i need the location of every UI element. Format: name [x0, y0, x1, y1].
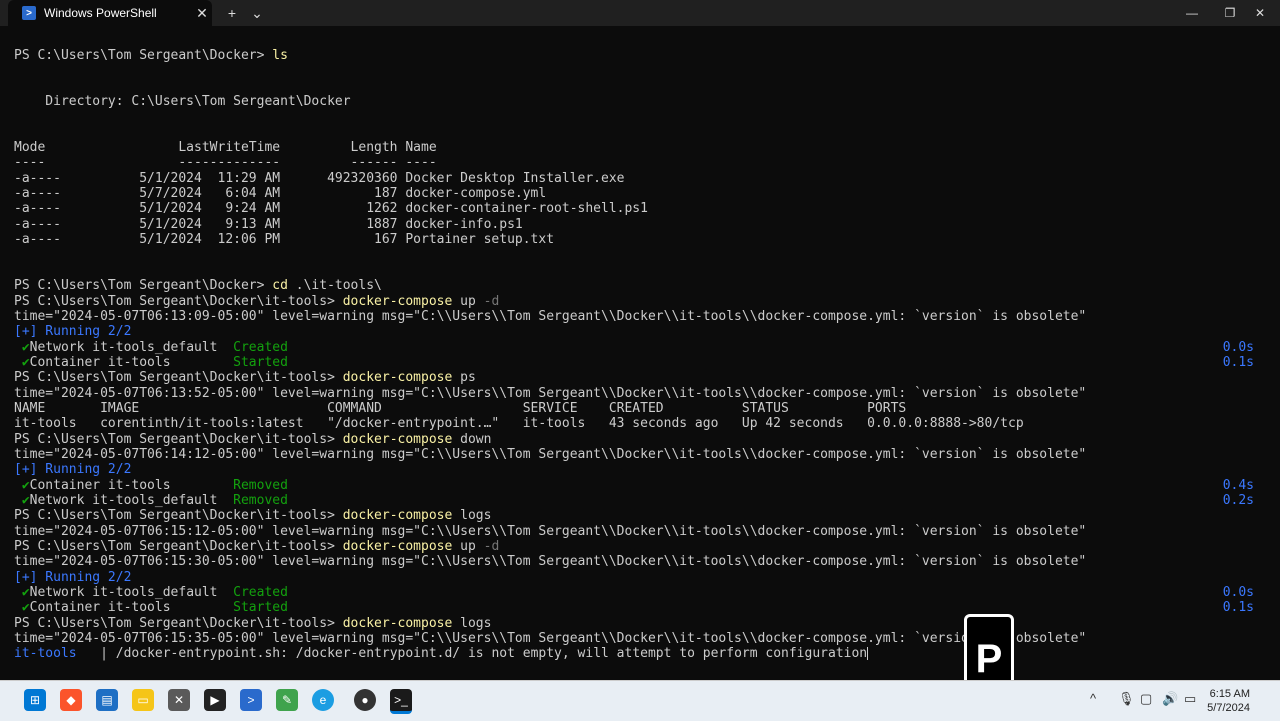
warning-line: time="2024-05-07T06:13:52-05:00" level=w… [14, 385, 1087, 401]
clock-time: 6:15 AM [1209, 688, 1250, 700]
log-line: it-tools | /docker-entrypoint.sh: /docke… [14, 646, 869, 662]
tab-title: Windows PowerShell [44, 6, 157, 20]
terminal-line: PS C:\Users\Tom Sergeant\Docker\it-tools… [14, 615, 492, 631]
warning-line: time="2024-05-07T06:15:35-05:00" level=w… [14, 631, 1087, 647]
file-explorer-icon[interactable]: ▭ [132, 689, 154, 711]
tab-windows-powershell[interactable]: > Windows PowerShell ✕ [8, 0, 212, 26]
powershell-icon: > [22, 6, 36, 20]
directory-line: Directory: C:\Users\Tom Sergeant\Docker [14, 94, 351, 110]
ps-header: NAME IMAGE COMMAND SERVICE CREATED STATU… [14, 400, 907, 416]
status-line: ✔Network it-tools_default Created 0.0s [14, 339, 1254, 355]
ls-row: -a---- 5/7/2024 6:04 AM 187 docker-compo… [14, 186, 547, 202]
volume-icon[interactable]: 🔊 [1162, 691, 1178, 707]
warning-line: time="2024-05-07T06:15:12-05:00" level=w… [14, 523, 1087, 539]
xbox-icon[interactable]: ✕ [168, 689, 190, 711]
ls-row: -a---- 5/1/2024 12:06 PM 167 Portainer s… [14, 232, 555, 248]
tab-dropdown-button[interactable]: ⌄ [247, 0, 267, 26]
network-icon[interactable]: ▢ [1140, 691, 1152, 707]
clock-date: 5/7/2024 [1207, 702, 1250, 714]
ls-header: Mode LastWriteTime Length Name [14, 140, 437, 156]
notepad-icon[interactable]: ✎ [276, 689, 298, 711]
terminal-line: PS C:\Users\Tom Sergeant\Docker\it-tools… [14, 370, 476, 386]
system-clock[interactable]: 6:15 AM 5/7/2024 [1207, 687, 1250, 715]
obs-icon[interactable]: ● [354, 689, 376, 711]
terminal-output[interactable]: PS C:\Users\Tom Sergeant\Docker> ls Dire… [0, 26, 1280, 680]
taskbar: ⊞ ◆ ▤ ▭ ✕ ▶ > ✎ e ● >_ ^ 🎙 ▢ 🔊 ▭ 6:15 AM… [0, 680, 1280, 721]
status-line: ✔Network it-tools_default Created 0.0s [14, 585, 1254, 601]
running-status: [+] Running 2/2 [14, 462, 132, 478]
ls-row: -a---- 5/1/2024 11:29 AM 492320360 Docke… [14, 170, 625, 186]
powershell-icon[interactable]: > [240, 689, 262, 711]
terminal-line: PS C:\Users\Tom Sergeant\Docker\it-tools… [14, 539, 500, 554]
ls-row: -a---- 5/1/2024 9:24 AM 1262 docker-cont… [14, 201, 648, 217]
edge-icon[interactable]: e [312, 689, 334, 711]
ls-row: -a---- 5/1/2024 9:13 AM 1887 docker-info… [14, 216, 523, 232]
text-cursor [867, 647, 869, 661]
close-window-button[interactable]: ✕ [1240, 0, 1280, 26]
minimize-button[interactable]: — [1172, 0, 1212, 26]
warning-line: time="2024-05-07T06:15:30-05:00" level=w… [14, 554, 1087, 570]
warning-line: time="2024-05-07T06:13:09-05:00" level=w… [14, 308, 1087, 324]
ls-header-separator: ---- ------------- ------ ---- [14, 155, 437, 171]
new-tab-button[interactable]: + [222, 0, 242, 26]
battery-icon[interactable]: ▭ [1184, 691, 1196, 707]
status-line: ✔Container it-tools Started 0.1s [14, 600, 1254, 616]
status-line: ✔Container it-tools Removed 0.4s [14, 477, 1254, 493]
running-status: [+] Running 2/2 [14, 324, 132, 340]
status-line: ✔Network it-tools_default Removed 0.2s [14, 492, 1254, 508]
microphone-icon[interactable]: 🎙 [1118, 691, 1135, 707]
terminal-line: PS C:\Users\Tom Sergeant\Docker\it-tools… [14, 431, 492, 447]
ps-row: it-tools corentinth/it-tools:latest "/do… [14, 416, 1024, 432]
terminal-line: PS C:\Users\Tom Sergeant\Docker> cd .\it… [14, 278, 382, 294]
close-tab-icon[interactable]: ✕ [192, 5, 212, 22]
terminal-icon[interactable]: ▶ [204, 689, 226, 711]
warning-line: time="2024-05-07T06:14:12-05:00" level=w… [14, 446, 1087, 462]
terminal-line: PS C:\Users\Tom Sergeant\Docker> ls [14, 48, 288, 63]
status-line: ✔Container it-tools Started 0.1s [14, 354, 1254, 370]
title-bar: > Windows PowerShell ✕ + ⌄ — ❐ ✕ [0, 0, 1280, 26]
terminal-line: PS C:\Users\Tom Sergeant\Docker\it-tools… [14, 508, 492, 524]
brave-browser-icon[interactable]: ◆ [60, 689, 82, 711]
powershell-active-icon[interactable]: >_ [390, 689, 412, 714]
terminal-line: PS C:\Users\Tom Sergeant\Docker\it-tools… [14, 293, 500, 309]
running-status: [+] Running 2/2 [14, 569, 132, 585]
news-icon[interactable]: ▤ [96, 689, 118, 711]
windows-start-icon[interactable]: ⊞ [24, 689, 46, 711]
tray-overflow-icon[interactable]: ^ [1090, 691, 1096, 706]
